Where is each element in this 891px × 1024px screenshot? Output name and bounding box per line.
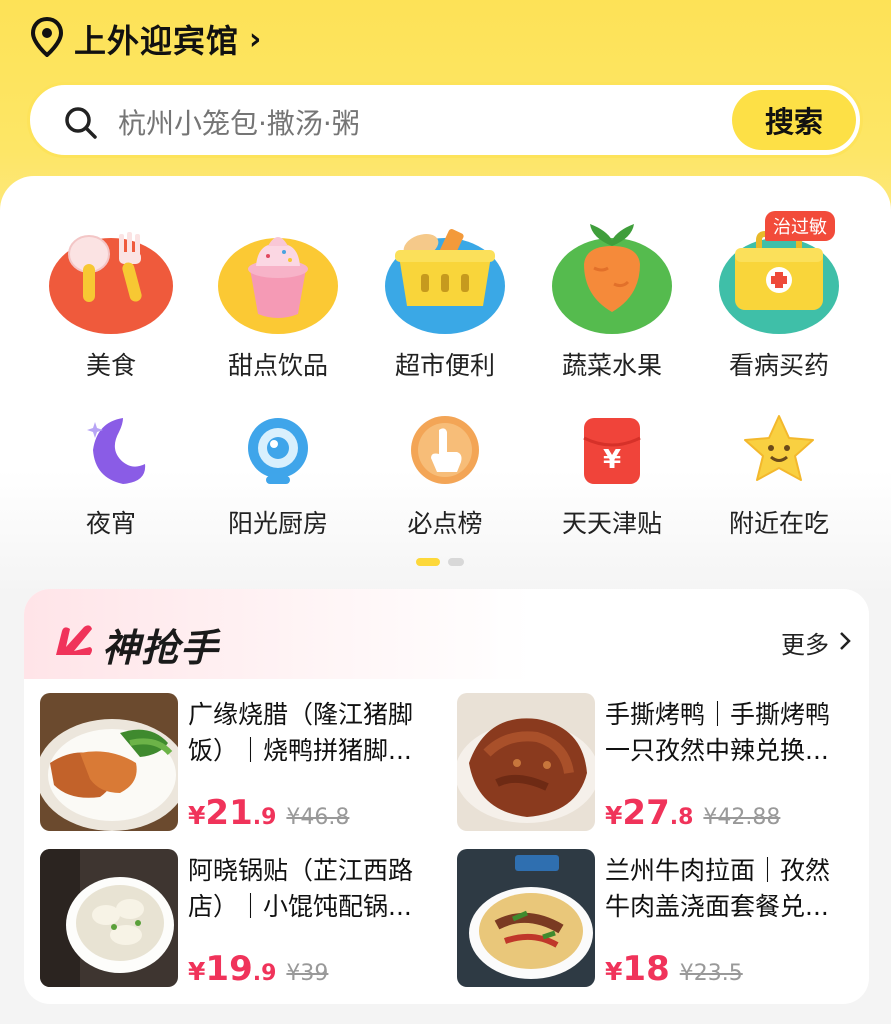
category-pharmacy[interactable]: 治过敏 看病买药 bbox=[699, 211, 859, 384]
deal-price: ¥ 19 .9 ¥39 bbox=[188, 949, 328, 989]
category-label: 夜宵 bbox=[85, 509, 136, 538]
search-bar: 搜索 bbox=[27, 82, 863, 158]
category-label: 甜点饮品 bbox=[227, 351, 328, 380]
category-sunshine-kitchen[interactable]: 阳光厨房 bbox=[198, 412, 358, 542]
deal-item[interactable]: 广缘烧腊（隆江猪脚饭）｜烧鸭拼猪脚... ¥ 21 .9 ¥46.8 bbox=[24, 693, 424, 833]
price-currency: ¥ bbox=[188, 801, 206, 830]
location-name: 上外迎宾馆 bbox=[74, 22, 240, 60]
original-price: ¥23.5 bbox=[679, 961, 743, 986]
deal-item[interactable]: 手撕烤鸭｜手撕烤鸭一只孜然中辣兑换... ¥ 27 .8 ¥42.88 bbox=[441, 693, 841, 833]
star-face-icon bbox=[699, 412, 859, 496]
deal-price: ¥ 21 .9 ¥46.8 bbox=[188, 793, 349, 833]
category-label: 蔬菜水果 bbox=[561, 351, 662, 380]
category-label: 美食 bbox=[85, 351, 136, 380]
more-link[interactable]: 更多 bbox=[781, 625, 851, 660]
basket-icon bbox=[365, 224, 525, 343]
search-input[interactable] bbox=[116, 103, 720, 143]
category-label: 超市便利 bbox=[394, 351, 495, 380]
page-indicator bbox=[416, 558, 464, 566]
price-decimal: .8 bbox=[669, 805, 694, 830]
category-label: 阳光厨房 bbox=[227, 509, 328, 538]
carrot-icon bbox=[532, 224, 692, 343]
category-late-night[interactable]: 夜宵 bbox=[31, 412, 191, 542]
deal-title: 手撕烤鸭｜手撕烤鸭一只孜然中辣兑换... bbox=[605, 700, 831, 765]
deal-image-roast-duck-platter bbox=[40, 693, 178, 831]
page-dot bbox=[448, 558, 464, 566]
utensils-icon bbox=[31, 224, 191, 343]
price-decimal: .9 bbox=[252, 805, 277, 830]
more-label: 更多 bbox=[781, 631, 829, 659]
price-integer: 21 bbox=[205, 793, 253, 833]
price-currency: ¥ bbox=[605, 801, 623, 830]
price-decimal: .9 bbox=[252, 961, 277, 986]
category-label: 必点榜 bbox=[407, 509, 483, 538]
search-icon bbox=[64, 106, 98, 144]
flash-sale-brand: 神抢手 bbox=[52, 617, 219, 672]
deal-image-beef-noodles bbox=[457, 849, 595, 987]
location-pin-icon bbox=[30, 16, 64, 61]
deal-image-shredded-duck bbox=[457, 693, 595, 831]
category-daily-subsidy[interactable]: ¥ 天天津贴 bbox=[532, 412, 692, 542]
category-supermarket[interactable]: 超市便利 bbox=[365, 224, 525, 384]
moon-icon bbox=[31, 412, 191, 496]
page-dot-active bbox=[416, 558, 440, 566]
chevron-right-icon: › bbox=[249, 21, 263, 57]
deal-price: ¥ 18 ¥23.5 bbox=[605, 949, 743, 989]
category-food[interactable]: 美食 bbox=[31, 224, 191, 384]
category-must-order[interactable]: 必点榜 bbox=[365, 412, 525, 542]
medicine-kit-icon bbox=[699, 224, 859, 343]
price-integer: 27 bbox=[622, 793, 670, 833]
flash-logo-icon bbox=[52, 621, 96, 669]
category-label: 天天津贴 bbox=[561, 509, 662, 538]
deal-item[interactable]: 阿晓锅贴（芷江西路店）｜小馄饨配锅... ¥ 19 .9 ¥39 bbox=[24, 849, 424, 989]
red-packet-icon: ¥ bbox=[532, 412, 692, 496]
camera-icon bbox=[198, 412, 358, 496]
deal-price: ¥ 27 .8 ¥42.88 bbox=[605, 793, 780, 833]
category-vegetables[interactable]: 蔬菜水果 bbox=[532, 224, 692, 384]
deal-item[interactable]: 兰州牛肉拉面｜孜然牛肉盖浇面套餐兑... ¥ 18 ¥23.5 bbox=[441, 849, 841, 989]
price-currency: ¥ bbox=[605, 957, 623, 986]
original-price: ¥46.8 bbox=[286, 805, 350, 830]
promo-badge: 治过敏 bbox=[765, 211, 835, 241]
deal-title: 广缘烧腊（隆江猪脚饭）｜烧鸭拼猪脚... bbox=[188, 700, 414, 765]
price-integer: 18 bbox=[622, 949, 670, 989]
deal-title: 兰州牛肉拉面｜孜然牛肉盖浇面套餐兑... bbox=[605, 856, 831, 921]
deal-title: 阿晓锅贴（芷江西路店）｜小馄饨配锅... bbox=[188, 856, 414, 921]
category-label: 附近在吃 bbox=[728, 509, 829, 538]
location-selector[interactable]: 上外迎宾馆 › bbox=[30, 14, 262, 64]
category-desserts[interactable]: 甜点饮品 bbox=[198, 224, 358, 384]
price-currency: ¥ bbox=[188, 957, 206, 986]
flash-sale-title: 神抢手 bbox=[102, 626, 220, 670]
deal-image-wonton-soup bbox=[40, 849, 178, 987]
category-label: 看病买药 bbox=[728, 351, 829, 380]
search-button[interactable]: 搜索 bbox=[732, 90, 856, 150]
flash-sale-card: 神抢手 更多 广缘烧腊（隆江猪脚饭）｜烧鸭拼猪脚... ¥ 21 .9 ¥46.… bbox=[24, 589, 869, 1004]
original-price: ¥42.88 bbox=[703, 805, 781, 830]
pointer-hand-icon bbox=[365, 412, 525, 496]
original-price: ¥39 bbox=[286, 961, 329, 986]
svg-text:¥: ¥ bbox=[603, 445, 621, 475]
ice-cream-icon bbox=[198, 224, 358, 343]
price-integer: 19 bbox=[205, 949, 253, 989]
category-nearby[interactable]: 附近在吃 bbox=[699, 412, 859, 542]
chevron-right-icon bbox=[839, 629, 851, 657]
next-section-edge bbox=[0, 1010, 891, 1024]
